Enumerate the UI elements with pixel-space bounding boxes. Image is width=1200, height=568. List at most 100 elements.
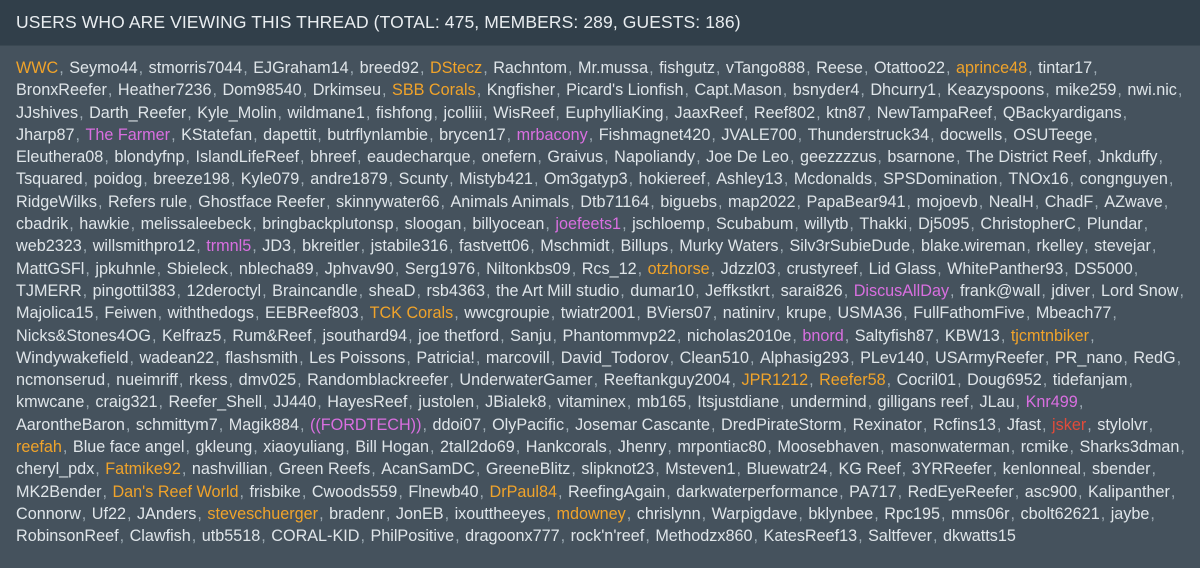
user-link[interactable]: jaybe (1111, 505, 1150, 523)
user-link[interactable]: BronxReefer (16, 81, 107, 99)
user-link[interactable]: TNOx16 (1008, 170, 1068, 188)
user-link[interactable]: slipknot23 (581, 460, 654, 478)
user-link[interactable]: onefern (481, 148, 536, 166)
user-link[interactable]: kmwcane (16, 393, 84, 411)
user-link[interactable]: trmnl5 (206, 237, 251, 255)
user-link[interactable]: OlyPacific (492, 416, 564, 434)
user-link[interactable]: poidog (94, 170, 143, 188)
user-link[interactable]: 2tall2do69 (440, 438, 515, 456)
user-link[interactable]: mms06r (951, 505, 1009, 523)
user-link[interactable]: MattGSFl (16, 260, 84, 278)
user-link[interactable]: Refers rule (108, 193, 187, 211)
user-link[interactable]: NewTampaReef (877, 104, 992, 122)
user-link[interactable]: TJMERR (16, 282, 82, 300)
user-link[interactable]: flashsmith (225, 349, 298, 367)
user-link[interactable]: steveschuerger (207, 505, 318, 523)
user-link[interactable]: bradenr (329, 505, 385, 523)
user-link[interactable]: USArmyReefer (935, 349, 1044, 367)
user-link[interactable]: SBB Corals (392, 81, 476, 99)
user-link[interactable]: nblecha89 (239, 260, 314, 278)
user-link[interactable]: Sbieleck (167, 260, 228, 278)
user-link[interactable]: JAnders (137, 505, 196, 523)
user-link[interactable]: Billups (621, 237, 669, 255)
user-link[interactable]: wadean22 (139, 349, 214, 367)
user-link[interactable]: marcovill (486, 349, 550, 367)
user-link[interactable]: dkwatts15 (943, 527, 1016, 545)
user-link[interactable]: ChadF (1045, 193, 1094, 211)
user-link[interactable]: hawkie (79, 215, 129, 233)
user-link[interactable]: EEBReef803 (265, 304, 359, 322)
user-link[interactable]: Kngfisher (487, 81, 555, 99)
user-link[interactable]: Lid Glass (869, 260, 936, 278)
user-link[interactable]: KBW13 (945, 327, 1000, 345)
user-link[interactable]: breeze198 (153, 170, 230, 188)
user-link[interactable]: jdiver (1051, 282, 1090, 300)
user-link[interactable]: Jphvav90 (325, 260, 394, 278)
user-link[interactable]: JonEB (396, 505, 444, 523)
user-link[interactable]: Animals Animals (451, 193, 570, 211)
user-link[interactable]: Lord Snow (1101, 282, 1178, 300)
user-link[interactable]: breed92 (360, 59, 419, 77)
user-link[interactable]: geezzzzus (800, 148, 876, 166)
user-link[interactable]: Connorw (16, 505, 81, 523)
user-link[interactable]: gilligans reef (878, 393, 969, 411)
user-link[interactable]: otzhorse (648, 260, 710, 278)
user-link[interactable]: masonwaterman (890, 438, 1010, 456)
user-link[interactable]: sheaD (369, 282, 416, 300)
user-link[interactable]: Reeftankguy2004 (604, 371, 731, 389)
user-link[interactable]: Jfast (1007, 416, 1041, 434)
user-link[interactable]: jschloemp (632, 215, 705, 233)
user-link[interactable]: Saltyfish87 (855, 327, 934, 345)
user-link[interactable]: mojoevb (917, 193, 978, 211)
user-link[interactable]: Rum&Reef (232, 327, 311, 345)
user-link[interactable]: Om3gatyp3 (544, 170, 628, 188)
user-link[interactable]: bklynbee (808, 505, 873, 523)
user-link[interactable]: rock'n'reef (571, 527, 645, 545)
user-link[interactable]: DStecz (430, 59, 482, 77)
user-link[interactable]: utb5518 (202, 527, 261, 545)
user-link[interactable]: dragoonx777 (465, 527, 560, 545)
user-link[interactable]: GreeneBlitz (486, 460, 571, 478)
user-link[interactable]: stylolvr (1097, 416, 1147, 434)
user-link[interactable]: ReefingAgain (568, 483, 665, 501)
user-link[interactable]: justolen (418, 393, 474, 411)
user-link[interactable]: Jharp87 (16, 126, 75, 144)
user-link[interactable]: fishfong (376, 104, 433, 122)
user-link[interactable]: mrpontiac80 (677, 438, 766, 456)
user-link[interactable]: David_Todorov (561, 349, 669, 367)
user-link[interactable]: Joe De Leo (706, 148, 789, 166)
user-link[interactable]: Flnewb40 (408, 483, 478, 501)
user-link[interactable]: web2323 (16, 237, 82, 255)
user-link[interactable]: JBialek8 (485, 393, 546, 411)
user-link[interactable]: Drkimseu (313, 81, 381, 99)
user-link[interactable]: reefah (16, 438, 62, 456)
user-link[interactable]: eaudecharque (367, 148, 471, 166)
user-link[interactable]: tidefanjam (1053, 371, 1128, 389)
user-link[interactable]: The District Reef (966, 148, 1087, 166)
user-link[interactable]: PLev140 (860, 349, 924, 367)
user-link[interactable]: ktn87 (826, 104, 866, 122)
user-link[interactable]: Kyle_Molin (197, 104, 276, 122)
user-link[interactable]: aprince48 (956, 59, 1027, 77)
user-link[interactable]: Jnkduffy (1097, 148, 1157, 166)
user-link[interactable]: jsouthard94 (323, 327, 408, 345)
user-link[interactable]: mdowney (556, 505, 625, 523)
user-link[interactable]: dapettit (263, 126, 316, 144)
user-link[interactable]: Feiwen (104, 304, 156, 322)
user-link[interactable]: jpkuhnle (95, 260, 155, 278)
user-link[interactable]: DS5000 (1074, 260, 1133, 278)
user-link[interactable]: PR_nano (1055, 349, 1123, 367)
user-link[interactable]: EJGraham14 (253, 59, 348, 77)
user-link[interactable]: Dhcurry1 (870, 81, 936, 99)
user-link[interactable]: Picard's Lionfish (566, 81, 683, 99)
user-link[interactable]: Darth_Reefer (89, 104, 186, 122)
user-link[interactable]: RedG (1133, 349, 1175, 367)
user-link[interactable]: Alphasig293 (760, 349, 849, 367)
user-link[interactable]: fishgutz (659, 59, 715, 77)
user-link[interactable]: mrbacony (517, 126, 588, 144)
user-link[interactable]: Silv3rSubieDude (789, 237, 910, 255)
user-link[interactable]: ixouttheeyes (455, 505, 546, 523)
user-link[interactable]: IslandLifeReef (196, 148, 300, 166)
user-link[interactable]: bnord (802, 327, 843, 345)
user-link[interactable]: Moosebhaven (777, 438, 879, 456)
